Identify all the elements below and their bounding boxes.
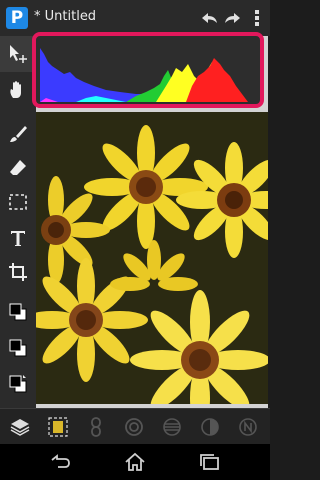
home-icon xyxy=(125,452,145,471)
document-title: * Untitled xyxy=(34,9,96,24)
black-white-swatch-icon xyxy=(9,339,27,357)
move-tool[interactable] xyxy=(0,36,36,72)
hand-tool[interactable] xyxy=(0,72,36,108)
eraser-tool[interactable] xyxy=(0,150,36,186)
selection-tool[interactable] xyxy=(0,184,36,220)
crop-icon xyxy=(9,263,27,281)
move-arrow-icon xyxy=(10,45,27,63)
striped-circle-icon xyxy=(163,418,181,436)
color-swatch-1[interactable] xyxy=(0,294,36,330)
chain-link-icon xyxy=(91,417,101,437)
overflow-menu-button[interactable] xyxy=(250,8,264,28)
black-white-swatch-icon xyxy=(9,303,27,321)
n-badge-icon xyxy=(239,418,257,436)
text-tool[interactable] xyxy=(0,220,36,256)
bottom-action-bar xyxy=(0,408,270,444)
color-swatch-2[interactable] xyxy=(0,330,36,366)
redo-button[interactable] xyxy=(222,8,244,28)
layers-icon xyxy=(10,419,30,436)
swap-swatch-icon xyxy=(9,375,27,393)
unsaved-marker: * xyxy=(34,9,41,24)
top-app-bar: P * Untitled xyxy=(0,0,270,36)
opacity-button[interactable] xyxy=(122,415,146,439)
document-name: Untitled xyxy=(44,9,97,24)
undo-button[interactable] xyxy=(198,8,220,28)
daisy-photo xyxy=(36,112,268,404)
text-t-icon xyxy=(11,231,25,246)
image-layer-button[interactable] xyxy=(46,415,70,439)
home-button[interactable] xyxy=(121,452,149,472)
normal-mode-button[interactable] xyxy=(236,415,260,439)
rgb-histogram xyxy=(40,48,248,102)
half-circle-icon xyxy=(201,418,219,436)
circle-target-icon xyxy=(125,418,143,436)
recent-apps-icon xyxy=(200,454,219,470)
histogram-panel[interactable] xyxy=(32,32,264,108)
blend-button[interactable] xyxy=(160,415,184,439)
redo-icon xyxy=(225,13,240,23)
adjust-button[interactable] xyxy=(198,415,222,439)
tool-sidebar xyxy=(0,36,36,408)
back-button[interactable] xyxy=(46,452,74,472)
brush-icon xyxy=(10,126,27,142)
eraser-icon xyxy=(10,160,26,175)
hand-icon xyxy=(10,81,21,98)
recent-apps-button[interactable] xyxy=(196,452,224,472)
color-swatch-3[interactable] xyxy=(0,366,36,402)
overflow-menu-icon xyxy=(255,10,259,26)
back-icon xyxy=(51,454,70,468)
undo-icon xyxy=(202,13,217,23)
app-logo[interactable]: P xyxy=(6,7,28,29)
dashed-rect-icon xyxy=(9,194,27,210)
brush-tool[interactable] xyxy=(0,116,36,152)
layers-button[interactable] xyxy=(8,415,32,439)
crop-tool[interactable] xyxy=(0,254,36,290)
link-button[interactable] xyxy=(84,415,108,439)
image-frame-icon xyxy=(48,417,68,437)
system-navigation-bar xyxy=(0,444,270,480)
